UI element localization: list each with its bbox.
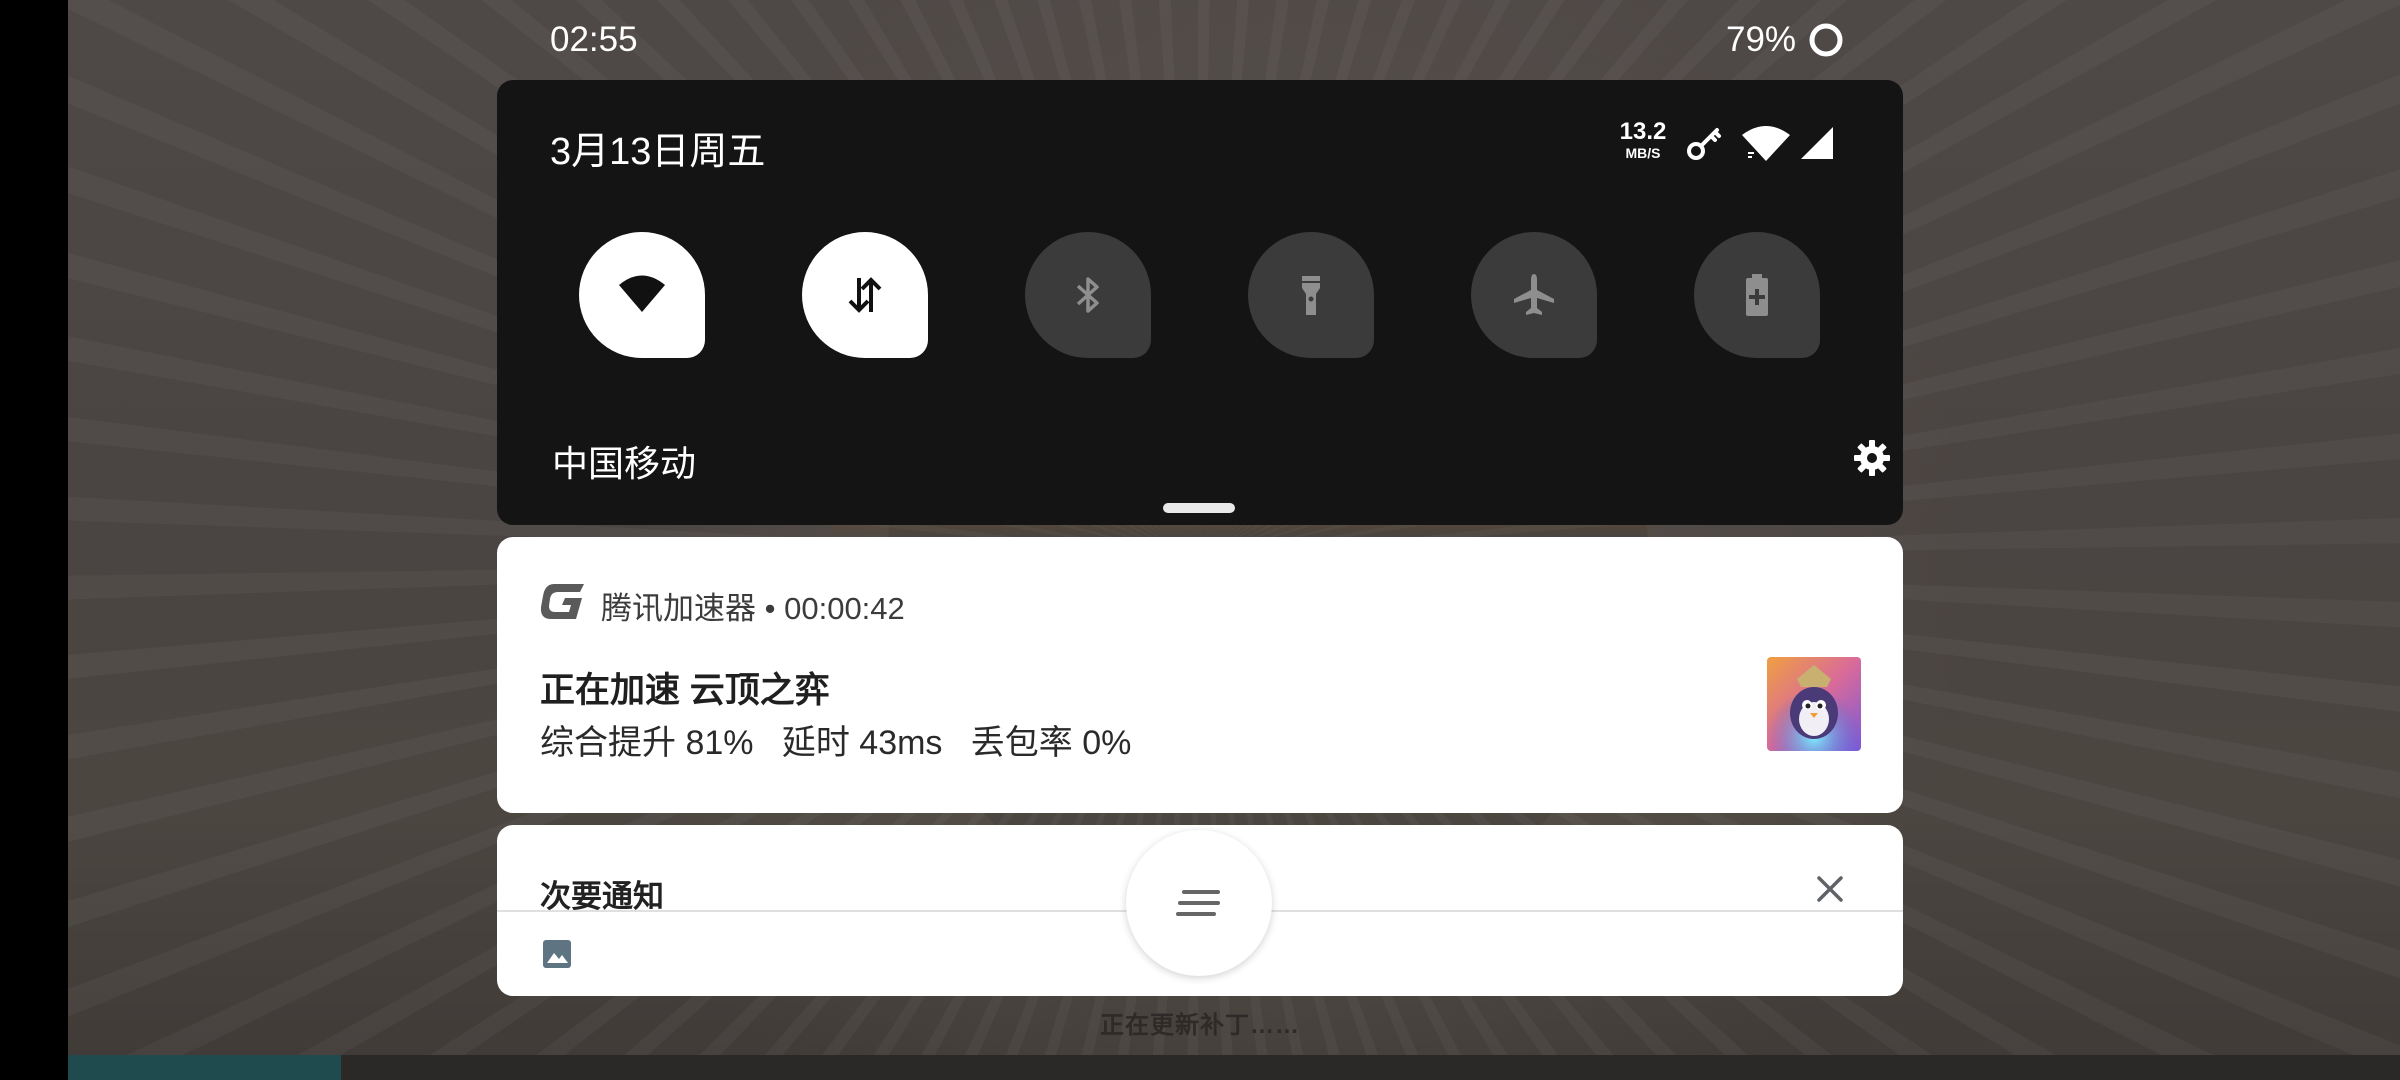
settings-gear-icon[interactable] [1853,439,1891,477]
tile-wifi[interactable] [579,232,705,358]
network-speed-indicator: 13.2 MB/S [1614,118,1672,161]
image-icon [543,940,571,968]
flashlight-icon [1302,276,1320,315]
carrier-name: 中国移动 [552,443,697,484]
background-loading-text: 正在更新补丁…… [1100,1012,1300,1039]
notification-header: 腾讯加速器 • 00:00:42 [601,583,905,628]
wifi-icon [619,275,665,312]
cell-signal-icon [1801,127,1833,159]
status-time: 02:55 [550,20,638,59]
loading-progress-track [68,1055,2400,1080]
loading-progress-fill [68,1055,341,1080]
tile-flashlight[interactable] [1248,232,1374,358]
vpn-key-icon [1687,128,1721,160]
notification-title: 正在加速 云顶之弈 [540,671,830,710]
airplane-icon [1514,274,1554,315]
qs-date: 3月13日周五 [550,131,766,173]
notification-manage-button[interactable] [1126,830,1272,976]
notification-tencent-accelerator[interactable]: 腾讯加速器 • 00:00:42 正在加速 云顶之弈 综合提升 81% 延时 4… [497,537,1903,813]
battery-ring-icon [1809,23,1843,57]
game-thumbnail-icon [1767,657,1861,751]
tencent-accelerator-app-icon [540,584,584,619]
wifi-status-icon [1742,126,1790,161]
tile-mobile-data[interactable] [802,232,928,358]
tile-airplane-mode[interactable] [1471,232,1597,358]
tile-battery-saver[interactable] [1694,232,1820,358]
notification-stats: 综合提升 81% 延时 43ms 丢包率 0% [540,724,1132,762]
tile-bluetooth[interactable] [1025,232,1151,358]
data-transfer-icon [848,277,882,313]
battery-percent: 79% [1726,20,1797,59]
left-black-bar [0,0,68,1080]
close-icon[interactable] [1813,872,1847,906]
network-speed-value: 13.2 [1619,118,1667,145]
qs-drag-handle[interactable] [1163,503,1235,513]
notification-separator: • [764,591,776,626]
quick-settings-panel: 3月13日周五 13.2 MB/S 中国移动 [497,80,1903,525]
network-speed-unit: MB/S [1625,145,1661,161]
bluetooth-icon [1076,277,1099,313]
notification-app-name: 腾讯加速器 [601,591,756,626]
notification-elapsed-time: 00:00:42 [784,591,905,626]
list-icon [1176,890,1220,916]
battery-saver-icon [1746,274,1768,316]
status-bar: 02:55 79% [0,0,2400,80]
